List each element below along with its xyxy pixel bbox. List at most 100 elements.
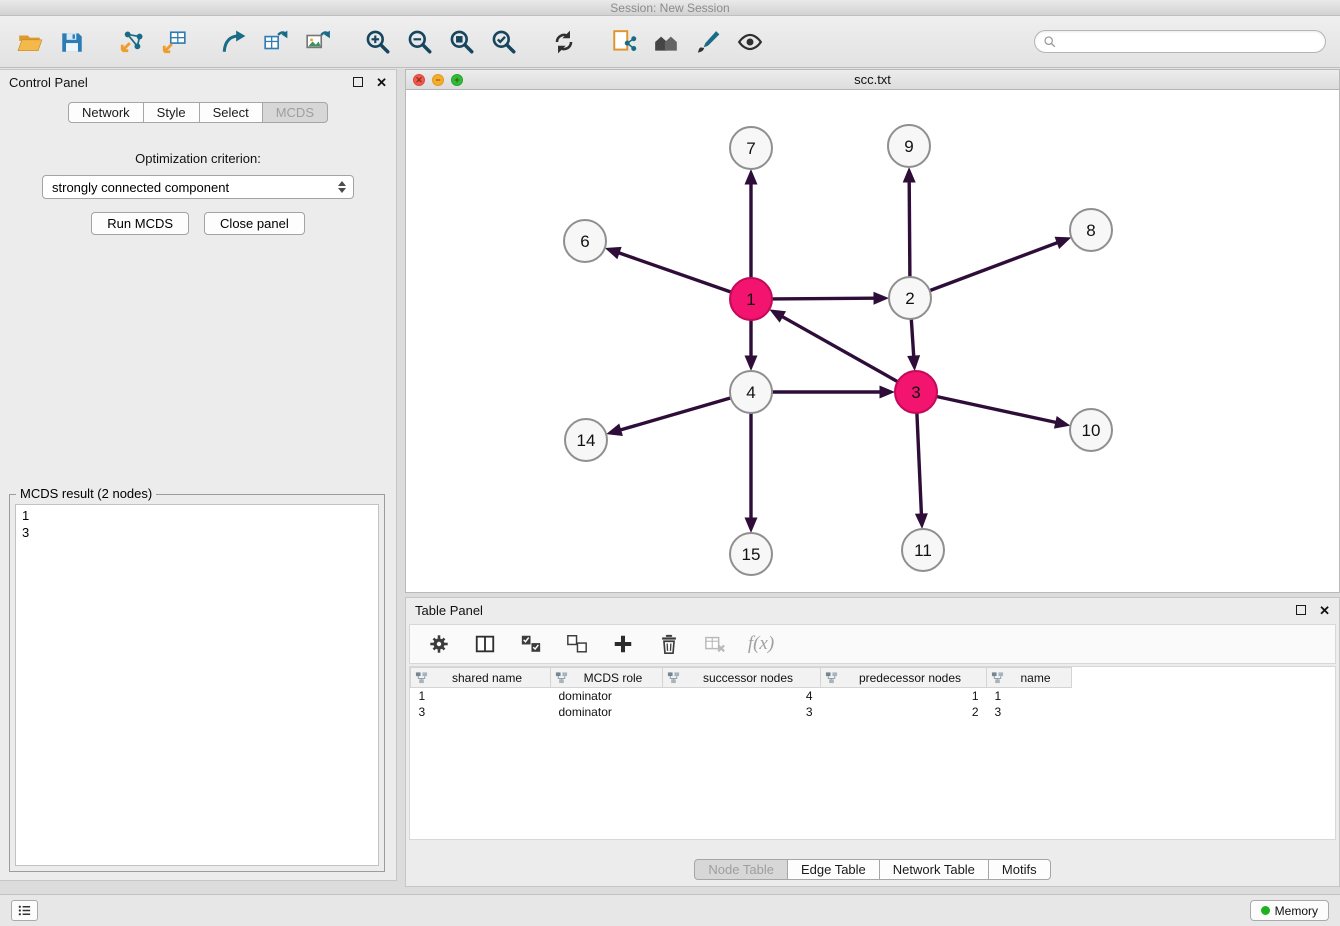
save-session-button[interactable] xyxy=(56,26,88,58)
settings-button[interactable] xyxy=(426,631,452,657)
graph-edge-3-11[interactable] xyxy=(917,413,922,514)
graph-edge-4-14[interactable] xyxy=(621,398,731,430)
open-file-button[interactable] xyxy=(14,26,46,58)
table-cell[interactable]: dominator xyxy=(551,688,663,704)
control-panel-header: Control Panel ✕ xyxy=(0,70,396,94)
refresh-view-button[interactable] xyxy=(548,26,580,58)
zoom-selected-icon xyxy=(491,29,517,55)
columns-button[interactable] xyxy=(472,631,498,657)
task-history-button[interactable] xyxy=(11,900,38,921)
graph-node-14[interactable]: 14 xyxy=(565,419,607,461)
zoom-selected-button[interactable] xyxy=(488,26,520,58)
toggle-visibility-button[interactable] xyxy=(734,26,766,58)
table-cell[interactable]: 4 xyxy=(663,688,821,704)
close-mcds-panel-button[interactable]: Close panel xyxy=(204,212,305,235)
graph-node-label: 3 xyxy=(911,383,920,402)
graph-node-3[interactable]: 3 xyxy=(895,371,937,413)
graph-edge-3-10[interactable] xyxy=(937,397,1056,423)
function-builder-button[interactable]: f(x) xyxy=(748,631,774,657)
clone-network-button[interactable] xyxy=(608,26,640,58)
zoom-in-button[interactable] xyxy=(362,26,394,58)
column-header-MCDS-role[interactable]: MCDS role xyxy=(551,668,663,688)
apply-style-button[interactable] xyxy=(692,26,724,58)
zoom-out-icon xyxy=(407,29,433,55)
table-cell[interactable]: 1 xyxy=(411,688,551,704)
network-canvas[interactable]: 7 9 6 8 1 2 4 3 14 10 15 11 xyxy=(406,90,1339,592)
graph-node-label: 8 xyxy=(1086,221,1095,240)
table-cell[interactable]: 3 xyxy=(411,704,551,720)
select-all-button[interactable] xyxy=(518,631,544,657)
table-cell[interactable]: dominator xyxy=(551,704,663,720)
column-header-label: MCDS role xyxy=(568,671,658,685)
zoom-out-button[interactable] xyxy=(404,26,436,58)
graph-node-2[interactable]: 2 xyxy=(889,277,931,319)
table-cell[interactable]: 2 xyxy=(821,704,987,720)
table-tab-network-table[interactable]: Network Table xyxy=(879,859,989,880)
export-network-button[interactable] xyxy=(218,26,250,58)
graph-node-label: 1 xyxy=(746,290,755,309)
toolbar-icon-groups xyxy=(14,26,766,58)
maximize-view-icon[interactable]: + xyxy=(451,74,463,86)
graph-node-9[interactable]: 9 xyxy=(888,125,930,167)
export-table-button[interactable] xyxy=(260,26,292,58)
graph-edge-3-1[interactable] xyxy=(782,317,897,382)
graph-edge-2-3[interactable] xyxy=(911,319,913,356)
import-table-button[interactable] xyxy=(158,26,190,58)
zoom-fit-button[interactable] xyxy=(446,26,478,58)
control-panel-tab-select[interactable]: Select xyxy=(199,102,263,123)
table-tab-edge-table[interactable]: Edge Table xyxy=(787,859,880,880)
export-image-button[interactable] xyxy=(302,26,334,58)
close-control-panel-button[interactable]: ✕ xyxy=(376,76,387,89)
column-tree-icon xyxy=(415,671,428,684)
column-header-name[interactable]: name xyxy=(987,668,1072,688)
table-tab-motifs[interactable]: Motifs xyxy=(988,859,1051,880)
search-box[interactable] xyxy=(1034,30,1326,53)
run-mcds-button[interactable]: Run MCDS xyxy=(91,212,189,235)
table-panel: Table Panel ✕ f(x) shared nameMCDS roles… xyxy=(405,597,1340,887)
table-cell[interactable]: 1 xyxy=(987,688,1072,704)
table-row[interactable]: 1dominator411 xyxy=(411,688,1336,704)
home-network-button[interactable] xyxy=(650,26,682,58)
deselect-all-button[interactable] xyxy=(564,631,590,657)
memory-button[interactable]: Memory xyxy=(1250,900,1329,921)
graph-edge-1-2[interactable] xyxy=(772,298,874,299)
column-header-successor-nodes[interactable]: successor nodes xyxy=(663,668,821,688)
table-cell[interactable]: 1 xyxy=(821,688,987,704)
float-control-panel-button[interactable] xyxy=(353,77,363,87)
import-network-button[interactable] xyxy=(116,26,148,58)
graph-node-15[interactable]: 15 xyxy=(730,533,772,575)
graph-node-1[interactable]: 1 xyxy=(730,278,772,320)
control-panel-tab-mcds[interactable]: MCDS xyxy=(262,102,328,123)
graph-node-11[interactable]: 11 xyxy=(902,529,944,571)
table-cell[interactable]: 3 xyxy=(987,704,1072,720)
status-bar: Memory xyxy=(0,894,1340,926)
search-input[interactable] xyxy=(1061,31,1317,52)
optimization-dropdown[interactable]: strongly connected component xyxy=(42,175,354,199)
search-icon xyxy=(1043,35,1057,49)
graph-node-10[interactable]: 10 xyxy=(1070,409,1112,451)
column-header-predecessor-nodes[interactable]: predecessor nodes xyxy=(821,668,987,688)
float-table-panel-button[interactable] xyxy=(1296,605,1306,615)
delete-table-button[interactable] xyxy=(702,631,728,657)
close-table-panel-button[interactable]: ✕ xyxy=(1319,604,1330,617)
graph-edge-2-8[interactable] xyxy=(930,243,1058,291)
table-tab-node-table[interactable]: Node Table xyxy=(694,859,788,880)
table-cell[interactable]: 3 xyxy=(663,704,821,720)
column-header-shared-name[interactable]: shared name xyxy=(411,668,551,688)
network-view-titlebar: ✕ − + scc.txt xyxy=(406,70,1339,90)
table-row[interactable]: 3dominator323 xyxy=(411,704,1336,720)
graph-node-8[interactable]: 8 xyxy=(1070,209,1112,251)
settings-icon xyxy=(428,633,450,655)
graph-node-6[interactable]: 6 xyxy=(564,220,606,262)
add-column-button[interactable] xyxy=(610,631,636,657)
control-panel-tab-style[interactable]: Style xyxy=(143,102,200,123)
graph-node-7[interactable]: 7 xyxy=(730,127,772,169)
graph-edge-2-9[interactable] xyxy=(909,182,910,277)
add-column-icon xyxy=(612,633,634,655)
graph-node-4[interactable]: 4 xyxy=(730,371,772,413)
close-view-icon[interactable]: ✕ xyxy=(413,74,425,86)
delete-column-button[interactable] xyxy=(656,631,682,657)
graph-edge-1-6[interactable] xyxy=(619,253,731,292)
minimize-view-icon[interactable]: − xyxy=(432,74,444,86)
control-panel-tab-network[interactable]: Network xyxy=(68,102,144,123)
